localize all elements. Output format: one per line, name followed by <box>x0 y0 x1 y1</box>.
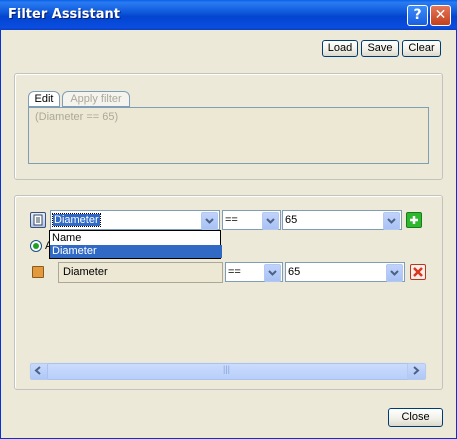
close-button[interactable]: Close <box>388 408 443 427</box>
chevron-down-icon[interactable] <box>386 264 403 282</box>
operator-select-2-value: == <box>228 266 241 278</box>
operator-select-1-value: == <box>225 214 238 226</box>
tab-edit[interactable]: Edit <box>28 91 60 107</box>
tab-apply-filter[interactable]: Apply filter <box>62 91 130 107</box>
operator-select-2[interactable]: == <box>225 262 283 282</box>
field-select-1[interactable]: Diameter <box>50 210 220 230</box>
chevron-down-icon[interactable] <box>201 212 218 230</box>
field-dropdown-list: Name Diameter <box>49 230 222 259</box>
save-button[interactable]: Save <box>361 40 399 57</box>
value-select-1[interactable]: 65 <box>282 210 402 230</box>
field-select-1-value: Diameter <box>52 213 101 227</box>
chevron-down-icon[interactable] <box>383 212 400 230</box>
delete-icon <box>413 267 423 277</box>
add-condition-button[interactable] <box>406 212 422 228</box>
delete-condition-button[interactable] <box>410 264 426 280</box>
chevron-down-icon[interactable] <box>264 264 281 282</box>
value-select-1-value: 65 <box>285 214 298 226</box>
plus-icon <box>410 216 418 224</box>
dropdown-option-diameter[interactable]: Diameter <box>50 245 222 258</box>
radio-button[interactable] <box>30 240 42 252</box>
chevron-right-icon <box>413 366 420 375</box>
scrollbar-thumb[interactable]: ||| <box>47 363 411 380</box>
dropdown-option-name[interactable]: Name <box>50 232 222 245</box>
horizontal-scrollbar[interactable]: ||| <box>29 362 427 380</box>
value-select-2[interactable]: 65 <box>285 262 405 282</box>
load-button[interactable]: Load <box>322 40 358 57</box>
chevron-down-icon[interactable] <box>262 212 279 230</box>
value-select-2-value: 65 <box>288 266 301 278</box>
chevron-left-icon <box>34 366 41 375</box>
help-button[interactable]: ? <box>407 5 428 26</box>
field-display-2: Diameter <box>58 262 223 283</box>
operator-select-1[interactable]: == <box>222 210 281 230</box>
clear-button[interactable]: Clear <box>402 40 441 57</box>
window-title: Filter Assistant <box>8 7 120 22</box>
filter-expression-text: (Diameter == 65) <box>35 111 119 123</box>
field-display-2-value: Diameter <box>63 266 108 278</box>
list-icon[interactable] <box>30 212 46 228</box>
scrollbar-grip: ||| <box>223 364 231 374</box>
close-window-button[interactable]: ✕ <box>430 5 451 26</box>
scroll-right-button[interactable] <box>407 363 426 380</box>
condition-icon[interactable] <box>32 266 44 278</box>
